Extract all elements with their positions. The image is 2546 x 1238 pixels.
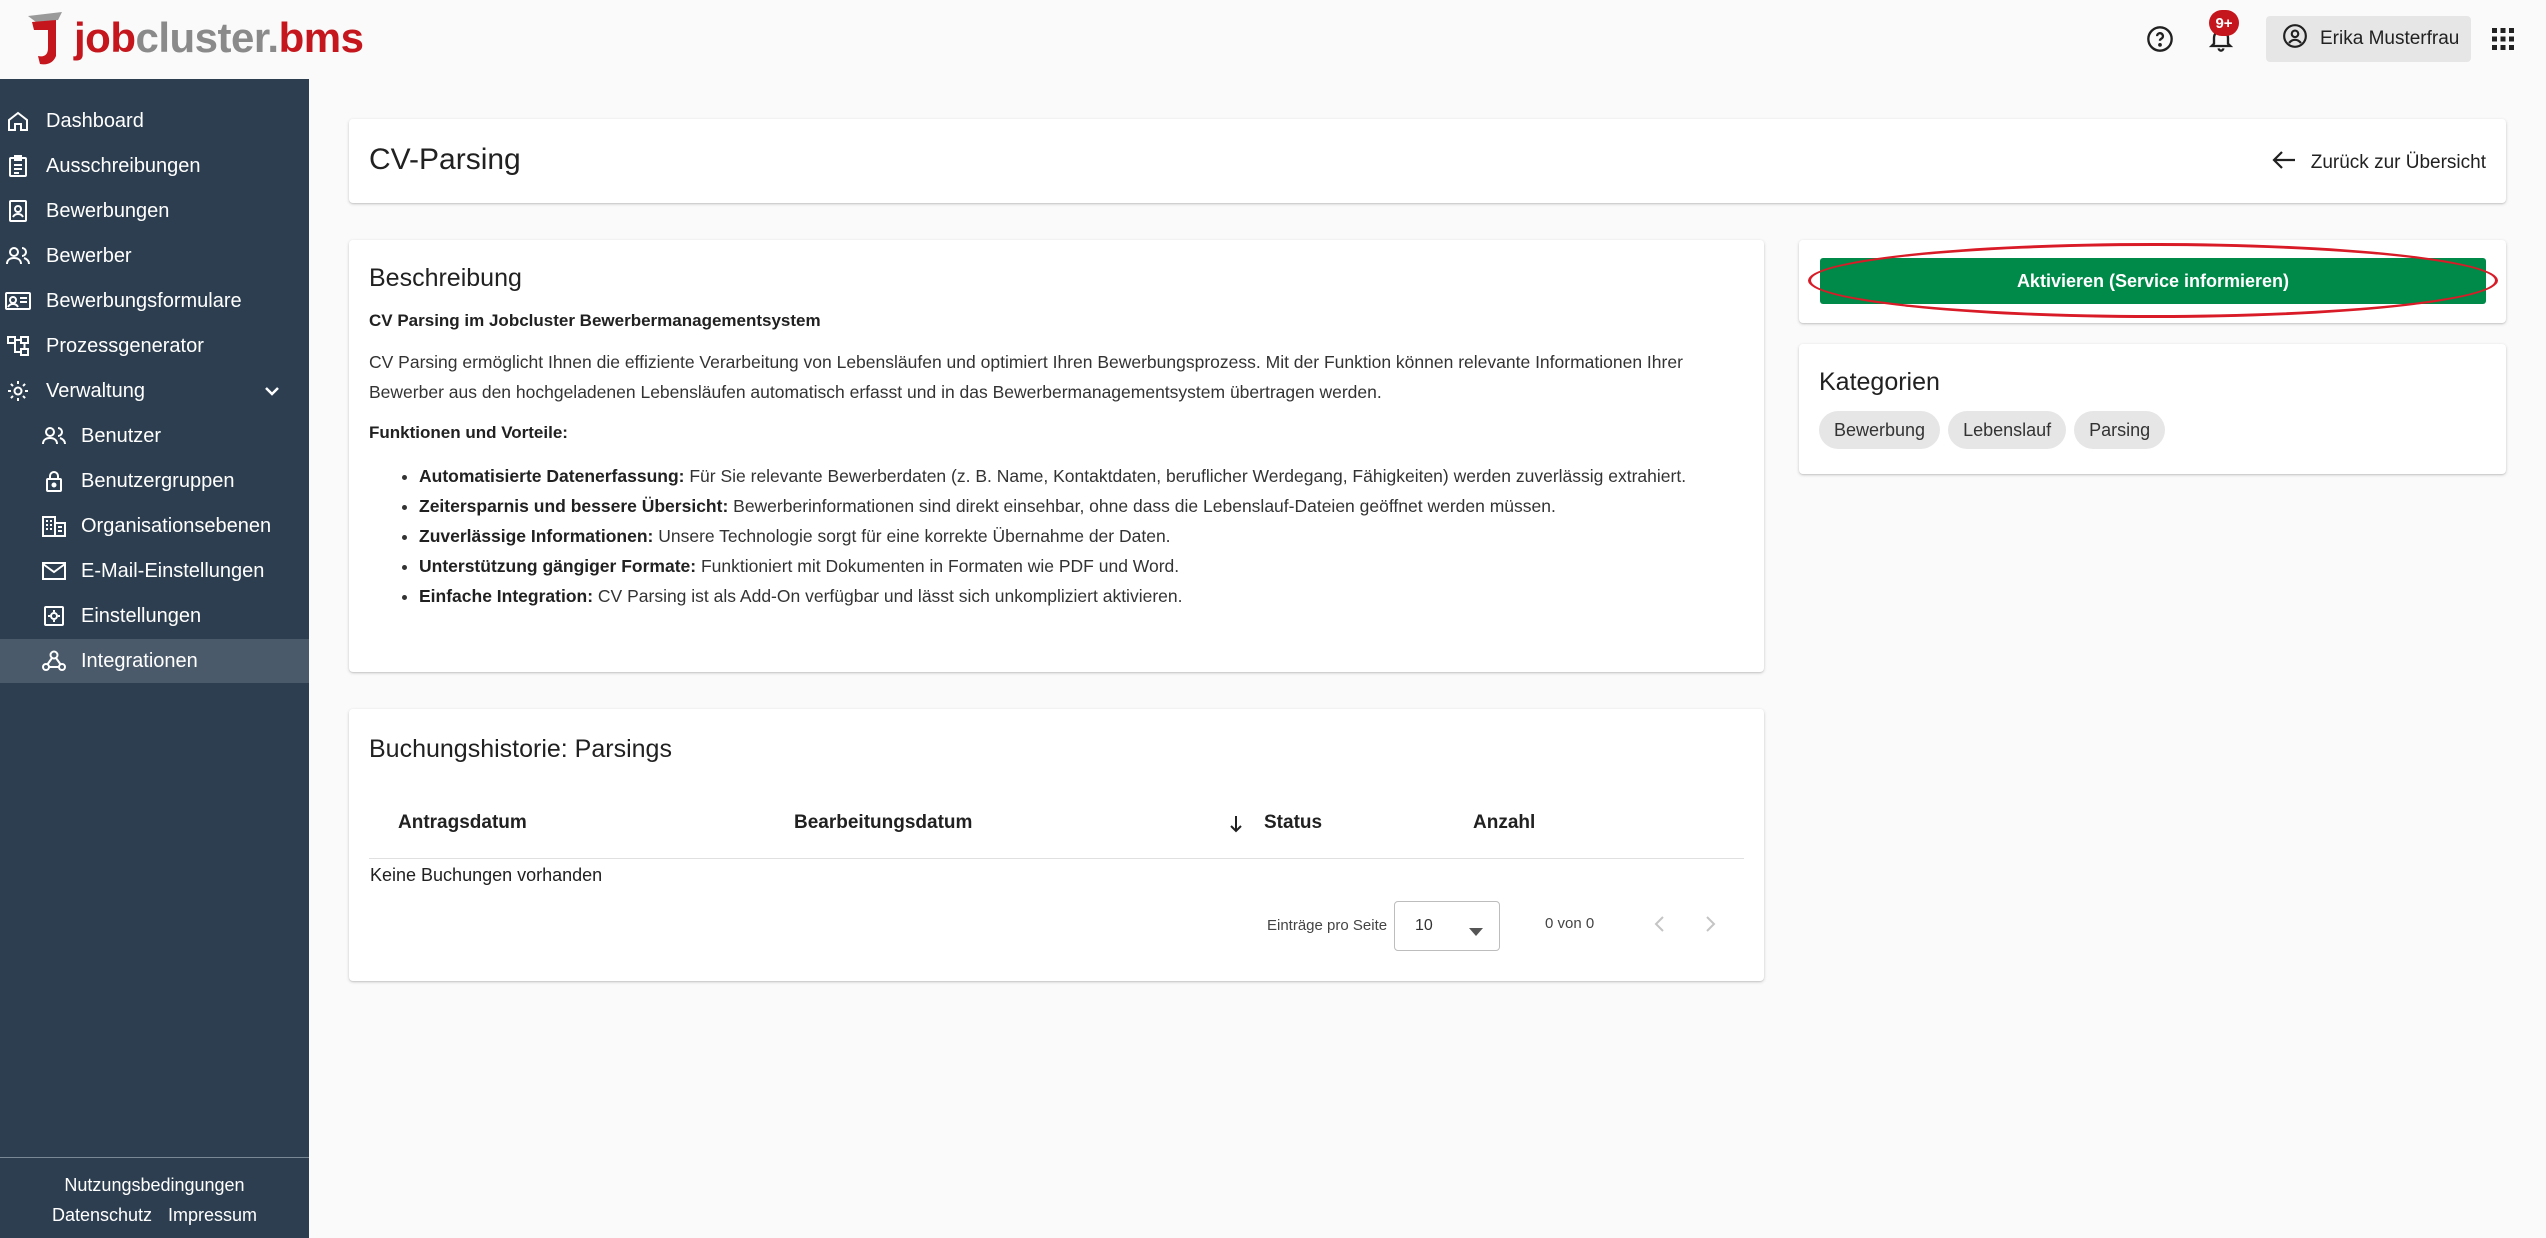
document-person-icon [4,197,32,225]
chip-bewerbung[interactable]: Bewerbung [1819,411,1941,449]
sidebar-item-benutzer[interactable]: Benutzer [0,414,309,458]
app-header: jobcluster.bms 9+ Erika Musterfrau [0,0,2546,79]
activate-button[interactable]: Aktivieren (Service informieren) [1820,258,2486,304]
building-icon [40,512,68,540]
logo-text: jobcluster.bms [74,14,364,61]
sidebar-item-bewerbungen[interactable]: Bewerbungen [0,189,309,233]
list-item: Zeitersparnis und bessere Übersicht: Bew… [419,491,1744,521]
sidebar-item-email-einstellungen[interactable]: E-Mail-Einstellungen [0,549,309,593]
page-title: CV-Parsing [369,143,521,176]
flowchart-icon [4,332,32,360]
column-header-status[interactable]: Status [1264,812,1322,834]
description-heading: Beschreibung [369,264,522,292]
sidebar-item-bewerbungsformulare[interactable]: Bewerbungsformulare [0,279,309,323]
imprint-link[interactable]: Impressum [168,1205,257,1225]
sidebar-item-bewerber[interactable]: Bewerber [0,234,309,278]
sidebar-footer: Nutzungsbedingungen Datenschutz Impressum [0,1157,309,1230]
sidebar-item-prozessgenerator[interactable]: Prozessgenerator [0,324,309,368]
privacy-link[interactable]: Datenschutz [52,1205,152,1225]
sidebar-item-benutzergruppen[interactable]: Benutzergruppen [0,459,309,503]
column-header-antragsdatum[interactable]: Antragsdatum [398,812,527,834]
contact-card-icon [4,287,32,315]
user-menu-button[interactable]: Erika Musterfrau [2266,16,2471,62]
chip-lebenslauf[interactable]: Lebenslauf [1948,411,2067,449]
arrow-left-icon [2271,149,2297,177]
features-heading: Funktionen und Vorteile: [369,423,568,442]
empty-table-message: Keine Buchungen vorhanden [370,865,603,885]
settings-box-icon [40,602,68,630]
logo-mark-icon [22,8,82,68]
list-item: Einfache Integration: CV Parsing ist als… [419,581,1744,611]
features-list: Automatisierte Datenerfassung: Für Sie r… [369,461,1744,611]
sidebar-item-ausschreibungen[interactable]: Ausschreibungen [0,144,309,188]
per-page-label: Einträge pro Seite [1267,917,1388,934]
webhook-icon [40,647,68,675]
description-intro: CV Parsing ermöglicht Ihnen die effizien… [369,352,1683,402]
list-item: Automatisierte Datenerfassung: Für Sie r… [419,461,1744,491]
sidebar-item-integrationen[interactable]: Integrationen [0,639,309,683]
per-page-value: 10 [1415,917,1433,934]
user-name: Erika Musterfrau [2320,28,2460,49]
help-icon[interactable] [2139,18,2181,60]
sidebar-item-dashboard[interactable]: Dashboard [0,99,309,143]
list-item: Zuverlässige Informationen: Unsere Techn… [419,521,1744,551]
people-icon [40,422,68,450]
column-header-bearbeitungsdatum[interactable]: Bearbeitungsdatum [794,812,972,834]
notification-badge: 9+ [2209,10,2239,36]
back-to-overview-link[interactable]: Zurück zur Übersicht [2271,149,2486,177]
mail-icon [40,557,68,585]
description-subheading: CV Parsing im Jobcluster Bewerbermanagem… [369,311,821,330]
sidebar-item-verwaltung[interactable]: Verwaltung [0,369,309,413]
pagination-range: 0 von 0 [1545,915,1595,932]
sidebar: Dashboard Ausschreibungen Bewerbungen Be… [0,79,309,1238]
sort-arrow-down-icon[interactable] [1228,814,1244,839]
gear-icon [4,377,32,405]
categories-card: Kategorien Bewerbung Lebenslauf Parsing [1799,344,2506,474]
apps-grid-icon[interactable] [2482,18,2524,60]
history-heading: Buchungshistorie: Parsings [369,735,672,763]
account-circle-icon [2282,23,2308,55]
clipboard-icon [4,152,32,180]
people-icon [4,242,32,270]
terms-link[interactable]: Nutzungsbedingungen [64,1175,244,1195]
category-chips: Bewerbung Lebenslauf Parsing [1819,411,2486,449]
list-item: Unterstützung gängiger Formate: Funktion… [419,551,1744,581]
dropdown-arrow-icon [1469,923,1483,941]
lock-icon [40,467,68,495]
table-divider [369,858,1744,859]
categories-heading: Kategorien [1819,368,1940,396]
description-card: Beschreibung CV Parsing im Jobcluster Be… [349,240,1764,672]
chip-parsing[interactable]: Parsing [2074,411,2166,449]
booking-history-card: Buchungshistorie: Parsings Antragsdatum … [349,709,1764,981]
chevron-down-icon[interactable] [260,379,284,409]
back-label: Zurück zur Übersicht [2310,152,2486,173]
chevron-right-icon[interactable] [1699,913,1721,940]
chevron-left-icon[interactable] [1649,913,1671,940]
jobcluster-logo[interactable]: jobcluster.bms [22,6,364,70]
sidebar-item-organisationsebenen[interactable]: Organisationsebenen [0,504,309,548]
page-title-card: CV-Parsing Zurück zur Übersicht [349,119,2506,203]
sidebar-item-einstellungen[interactable]: Einstellungen [0,594,309,638]
column-header-anzahl[interactable]: Anzahl [1473,812,1535,834]
home-icon [4,107,32,135]
per-page-select[interactable]: 10 [1394,901,1500,951]
